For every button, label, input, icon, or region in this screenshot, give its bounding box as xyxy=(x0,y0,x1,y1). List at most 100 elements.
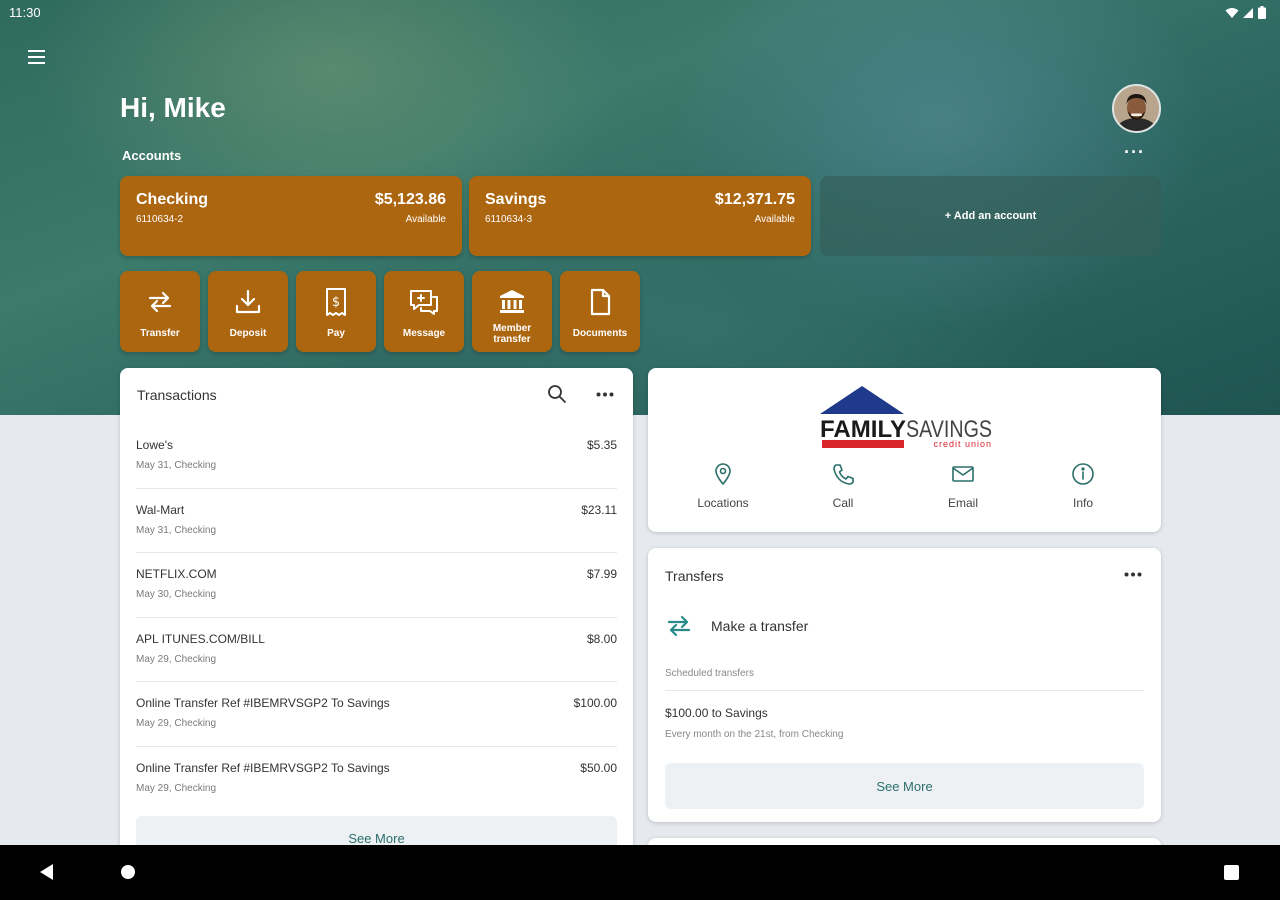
transaction-amount: $23.11 xyxy=(581,502,617,517)
scheduled-transfer-detail: Every month on the 21st, from Checking xyxy=(665,729,844,740)
info-link[interactable]: Info xyxy=(1023,462,1143,510)
account-balance: $5,123.86 xyxy=(374,191,446,208)
transaction-name: NETFLIX.COM xyxy=(136,567,217,581)
member-transfer-button[interactable]: Member transfer xyxy=(472,271,552,352)
transaction-amount: $50.00 xyxy=(580,760,617,775)
transaction-amount: $7.99 xyxy=(586,567,617,581)
transaction-name: Lowe's xyxy=(136,438,173,452)
transfer-button[interactable]: Transfer xyxy=(120,271,200,352)
make-transfer-label: Make a transfer xyxy=(711,618,809,634)
info-icon xyxy=(1072,463,1094,485)
message-button[interactable]: Message xyxy=(384,271,464,352)
account-card-savings[interactable]: Savings 6110634-3 $12,371.75 Available xyxy=(469,176,811,256)
signal-icon xyxy=(1243,7,1253,18)
make-transfer-button[interactable]: Make a transfer xyxy=(665,612,808,640)
pay-button[interactable]: $ Pay xyxy=(296,271,376,352)
transaction-name: Online Transfer Ref #IBEMRVSGP2 To Savin… xyxy=(136,696,390,710)
recent-apps-icon[interactable] xyxy=(1224,865,1239,880)
transfers-title: Transfers xyxy=(665,568,724,584)
account-number: 6110634-2 xyxy=(136,214,184,225)
quick-actions: Transfer Deposit $ Pay Message Member tr… xyxy=(120,271,640,352)
account-name: Checking xyxy=(136,191,209,208)
svg-text:$: $ xyxy=(332,295,340,310)
transactions-card: Transactions Lowe's May 31, Checking $5.… xyxy=(120,368,633,888)
transaction-amount: $8.00 xyxy=(586,631,617,646)
back-icon[interactable] xyxy=(38,863,56,881)
status-time: 11:30 xyxy=(9,5,41,20)
credit-union-card: FAMILY SAVINGS credit union Locations Ca… xyxy=(648,368,1161,532)
more-options-icon[interactable] xyxy=(1124,572,1142,577)
locations-label: Locations xyxy=(697,496,749,510)
divider xyxy=(665,690,1144,691)
documents-button[interactable]: Documents xyxy=(560,271,640,352)
greeting: Hi, Mike xyxy=(120,92,226,123)
bank-icon xyxy=(496,286,528,318)
add-account-button[interactable]: + Add an account xyxy=(820,176,1161,256)
info-label: Info xyxy=(1072,496,1093,510)
transaction-row[interactable]: Wal-Mart May 31, Checking $23.11 xyxy=(136,489,617,553)
transaction-date: May 29, Checking xyxy=(136,718,217,729)
transaction-row[interactable]: Online Transfer Ref #IBEMRVSGP2 To Savin… xyxy=(136,682,617,747)
transaction-date: May 31, Checking xyxy=(136,460,217,471)
transaction-row[interactable]: APL ITUNES.COM/BILL May 29, Checking $8.… xyxy=(136,618,617,682)
action-label: Documents xyxy=(572,328,628,339)
transaction-row[interactable]: Lowe's May 31, Checking $5.35 xyxy=(136,424,617,489)
email-icon xyxy=(952,466,974,482)
transaction-amount: $5.35 xyxy=(586,438,617,452)
menu-icon[interactable] xyxy=(24,44,50,70)
action-label: Pay xyxy=(327,328,345,339)
deposit-icon xyxy=(232,286,264,318)
transactions-title: Transactions xyxy=(137,387,217,403)
transfer-icon xyxy=(667,615,691,637)
family-savings-logo: FAMILY SAVINGS credit union xyxy=(820,386,992,449)
account-card-checking[interactable]: Checking 6110634-2 $5,123.86 Available xyxy=(120,176,462,256)
account-balance-label: Available xyxy=(754,214,795,225)
transfers-see-more-button[interactable]: See More xyxy=(665,763,1144,809)
transaction-date: May 29, Checking xyxy=(136,782,217,794)
accounts-more-icon[interactable]: ··· xyxy=(1124,142,1145,163)
status-icons xyxy=(1225,6,1266,19)
system-nav-bar xyxy=(0,845,1280,900)
scheduled-transfer-title[interactable]: $100.00 to Savings xyxy=(665,706,768,720)
deposit-button[interactable]: Deposit xyxy=(208,271,288,352)
action-label: Transfer xyxy=(140,328,180,339)
scheduled-transfers-label: Scheduled transfers xyxy=(665,668,754,679)
more-options-icon[interactable] xyxy=(596,392,614,397)
transaction-name: Wal-Mart xyxy=(136,502,185,517)
transaction-row[interactable]: NETFLIX.COM May 30, Checking $7.99 xyxy=(136,553,617,618)
transaction-amount: $100.00 xyxy=(573,696,617,710)
locations-link[interactable]: Locations xyxy=(663,462,783,510)
phone-icon xyxy=(833,464,854,485)
call-label: Call xyxy=(832,496,854,510)
location-pin-icon xyxy=(715,463,731,486)
quick-links: Locations Call Email Info xyxy=(663,462,1143,510)
account-balance-label: Available xyxy=(405,214,446,225)
document-icon xyxy=(584,286,616,318)
email-link[interactable]: Email xyxy=(903,462,1023,510)
wifi-icon xyxy=(1225,7,1239,18)
transactions-list: Lowe's May 31, Checking $5.35 Wal-Mart M… xyxy=(136,424,617,811)
action-label: Message xyxy=(402,328,446,339)
account-name: Savings xyxy=(485,191,547,208)
account-balance: $12,371.75 xyxy=(714,191,795,208)
transaction-date: May 30, Checking xyxy=(136,589,217,600)
action-label: Deposit xyxy=(229,328,267,339)
status-bar: 11:30 xyxy=(0,0,1280,26)
battery-icon xyxy=(1258,6,1266,19)
search-icon[interactable] xyxy=(547,384,567,404)
message-icon xyxy=(408,286,440,318)
avatar[interactable] xyxy=(1112,84,1161,133)
call-link[interactable]: Call xyxy=(783,462,903,510)
svg-text:credit union: credit union xyxy=(933,439,992,449)
transfers-card: Transfers Make a transfer Scheduled tran… xyxy=(648,548,1161,822)
home-icon[interactable] xyxy=(121,865,135,879)
account-number: 6110634-3 xyxy=(485,214,533,225)
bill-pay-icon: $ xyxy=(320,286,352,318)
accounts-label: Accounts xyxy=(122,148,182,163)
transaction-row[interactable]: Online Transfer Ref #IBEMRVSGP2 To Savin… xyxy=(136,747,617,812)
action-label: Member transfer xyxy=(492,323,532,345)
transaction-name: Online Transfer Ref #IBEMRVSGP2 To Savin… xyxy=(136,760,390,775)
transfer-icon xyxy=(144,286,176,318)
transaction-name: APL ITUNES.COM/BILL xyxy=(136,631,265,646)
transaction-date: May 31, Checking xyxy=(136,524,217,536)
